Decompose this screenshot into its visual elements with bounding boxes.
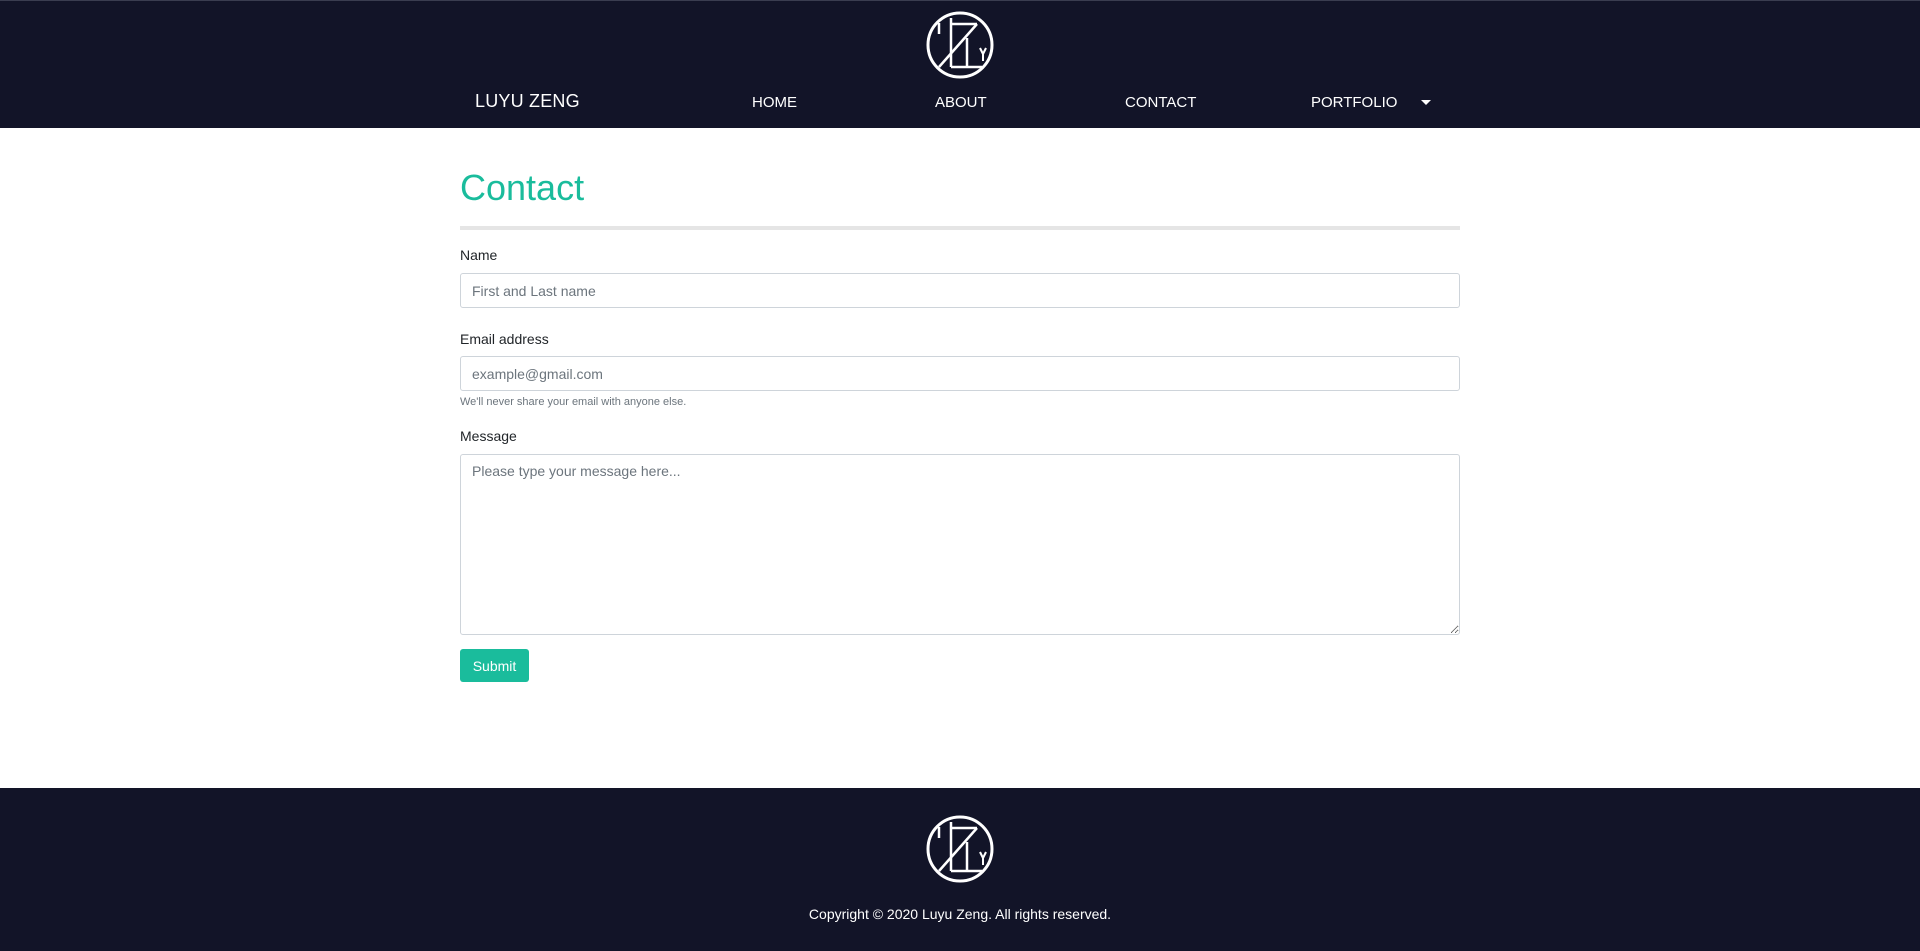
message-label: Message: [460, 428, 517, 444]
nav-contact[interactable]: CONTACT: [1125, 94, 1196, 111]
nav-about[interactable]: ABOUT: [935, 94, 987, 111]
page-title: Contact: [460, 167, 585, 208]
site-header: LUYU ZENG HOME ABOUT CONTACT PORTFOLIO: [0, 0, 1920, 128]
site-footer: Copyright © 2020 Luyu Zeng. All rights r…: [0, 788, 1920, 951]
copyright-text: Copyright © 2020 Luyu Zeng. All rights r…: [808, 906, 1112, 922]
caret-down-icon[interactable]: [1421, 100, 1431, 105]
title-divider: [460, 226, 1460, 230]
lzy-monogram-icon[interactable]: [925, 10, 995, 80]
submit-button[interactable]: Submit: [460, 649, 529, 682]
name-label: Name: [460, 247, 498, 263]
nav-home[interactable]: HOME: [752, 94, 797, 111]
email-help-text: We'll never share your email with anyone…: [460, 396, 687, 408]
email-label: Email address: [460, 331, 549, 347]
lzy-monogram-icon: [926, 815, 994, 883]
nav-portfolio[interactable]: PORTFOLIO: [1311, 94, 1397, 111]
name-input[interactable]: [460, 273, 1460, 308]
brand-name[interactable]: LUYU ZENG: [475, 91, 580, 112]
email-input[interactable]: [460, 356, 1460, 391]
message-textarea[interactable]: [460, 454, 1460, 635]
